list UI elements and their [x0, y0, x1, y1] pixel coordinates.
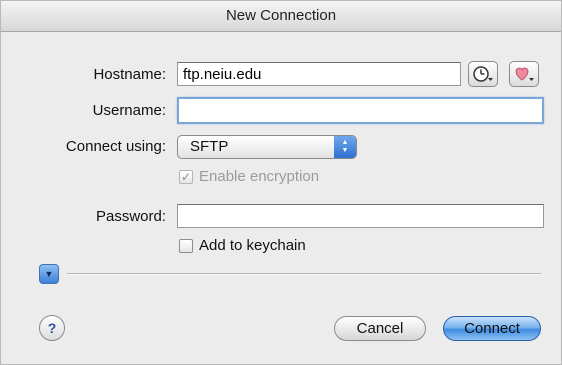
enable-encryption-checkbox[interactable]: ✓ [179, 169, 193, 184]
connect-button[interactable]: Connect [443, 316, 541, 341]
add-keychain-row: Add to keychain [179, 237, 306, 254]
connect-using-label: Connect using: [65, 138, 166, 155]
new-connection-dialog: New Connection Hostname: Username: Conne… [0, 0, 562, 365]
add-keychain-label: Add to keychain [199, 237, 306, 254]
enable-encryption-label: Enable encryption [199, 168, 320, 185]
popup-arrows-icon: ▲ ▼ [334, 136, 356, 158]
checkmark-icon: ✓ [180, 169, 192, 184]
history-button[interactable] [468, 61, 498, 87]
clock-icon [473, 66, 493, 82]
password-field[interactable] [177, 204, 544, 228]
password-label: Password: [95, 208, 166, 225]
username-label: Username: [92, 102, 166, 119]
help-button[interactable]: ? [39, 315, 65, 341]
heart-icon [515, 67, 534, 81]
bookmarks-button[interactable] [509, 61, 539, 87]
protocol-popup[interactable]: SFTP ▲ ▼ [177, 135, 357, 159]
protocol-value: SFTP [190, 138, 229, 155]
username-field[interactable] [177, 97, 544, 124]
disclosure-triangle-button[interactable]: ▼ [39, 264, 59, 284]
divider [67, 273, 541, 275]
help-icon: ? [47, 320, 57, 336]
hostname-label: Hostname: [93, 66, 166, 83]
enable-encryption-row: ✓ Enable encryption [179, 168, 319, 185]
cancel-button[interactable]: Cancel [334, 316, 426, 341]
hostname-field[interactable] [177, 62, 461, 86]
add-keychain-checkbox[interactable] [179, 238, 193, 253]
disclosure-triangle-icon: ▼ [44, 269, 54, 279]
window-title: New Connection [1, 1, 561, 32]
